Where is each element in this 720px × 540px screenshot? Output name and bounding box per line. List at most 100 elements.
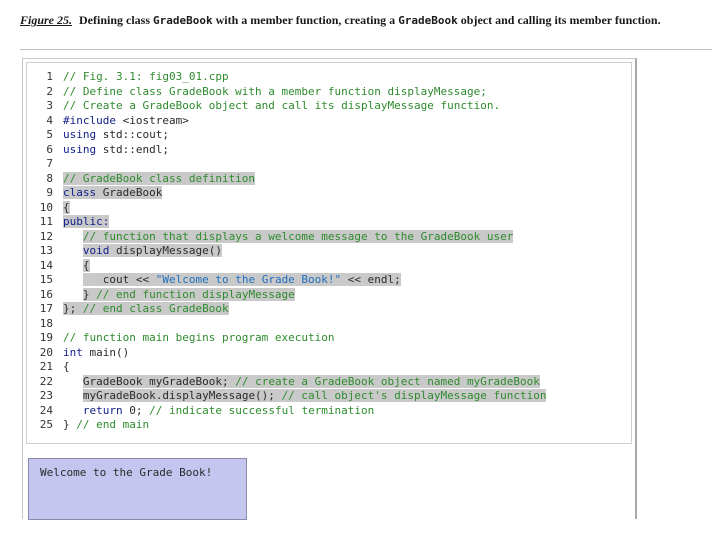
code-segment: // call object's displayMessage function <box>281 389 547 402</box>
code-line: 7 <box>35 157 546 172</box>
code-line: 18 <box>35 317 546 332</box>
code-segment: // Define class GradeBook with a member … <box>63 84 487 98</box>
code-segment: myGradeBook.displayMessage(); <box>82 389 282 402</box>
code-segment: cout << <box>82 273 156 286</box>
code-segment: "Welcome to the Grade Book!" <box>155 273 342 286</box>
code-line: 6 using std::endl; <box>35 143 546 158</box>
code-line: 14 { <box>35 258 546 274</box>
code-segment: std::endl; <box>96 142 169 156</box>
line-number: 14 <box>39 258 53 272</box>
figure-caption: Figure 25. Defining class GradeBook with… <box>20 12 710 29</box>
line-number: 20 <box>39 345 53 359</box>
code-segment: int <box>63 345 83 359</box>
caption-text-3: object and calling its member function. <box>460 13 661 27</box>
code-line: 8 // GradeBook class definition <box>35 171 546 187</box>
code-line: 17}; // end class GradeBook <box>35 302 546 317</box>
caption-text-1: Defining class <box>79 13 151 27</box>
line-number: 13 <box>39 244 53 257</box>
line-number: 2 <box>46 84 53 98</box>
code-line: 13 void displayMessage() <box>35 244 546 259</box>
code-line: 25} // end main <box>35 418 546 433</box>
line-number: 23 <box>39 389 53 402</box>
code-segment: }; <box>63 302 83 315</box>
code-line: 20 int main() <box>35 346 546 361</box>
code-line: 3 // Create a GradeBook object and call i… <box>35 99 546 114</box>
program-output-text: Welcome to the Grade Book! <box>40 466 213 479</box>
code-segment: << endl; <box>341 273 401 286</box>
code-line: 23 myGradeBook.displayMessage(); // call… <box>35 389 547 404</box>
code-listing-frame: 1 // Fig. 3.1: fig03_01.cpp 2 // Define cla… <box>26 62 632 444</box>
code-line: 16 } // end function displayMessage <box>35 287 546 303</box>
line-number: 19 <box>39 331 53 344</box>
code-segment: using <box>63 128 97 141</box>
line-number: 9 <box>46 186 53 199</box>
line-number: 17 <box>39 302 53 315</box>
code-segment: void <box>82 244 110 257</box>
code-segment: main() <box>82 345 130 359</box>
line-number: 5 <box>46 128 53 141</box>
line-number: 4 <box>46 113 53 127</box>
caption-divider <box>20 49 712 50</box>
code-segment: public: <box>63 215 110 228</box>
code-segment: <iostream> <box>115 113 189 127</box>
line-number: 11 <box>39 215 53 228</box>
code-panel: 1 // Fig. 3.1: fig03_01.cpp 2 // Define cla… <box>22 58 637 519</box>
line-number: 16 <box>39 287 53 301</box>
code-segment: // function main begins program executio… <box>63 331 335 344</box>
code-line: 10 { <box>35 200 546 216</box>
code-segment: 0; <box>122 403 150 417</box>
code-line: 4 #include <iostream> <box>35 114 546 129</box>
code-segment: std::cout; <box>96 128 169 141</box>
code-segment: // GradeBook class definition <box>63 171 256 185</box>
code-segment: { <box>63 360 70 373</box>
code-segment: } <box>82 287 97 301</box>
code-line: 21 { <box>35 360 546 375</box>
code-segment: // Create a GradeBook object and call it… <box>63 99 501 112</box>
caption-text-2: with a member function, creating a <box>215 13 396 27</box>
code-segment: GradeBook <box>96 186 163 199</box>
line-number: 3 <box>46 99 53 112</box>
line-number: 10 <box>39 200 53 214</box>
code-segment: { <box>63 200 70 214</box>
code-line: 22 GradeBook myGradeBook; // create a Gr… <box>35 374 546 390</box>
line-number: 15 <box>39 273 53 286</box>
code-segment: using <box>63 142 97 156</box>
line-number: 21 <box>39 360 53 373</box>
code-segment: // end class GradeBook <box>82 302 229 315</box>
code-line: 15 cout << "Welcome to the Grade Book!" … <box>35 273 546 288</box>
code-line: 24 return 0; // indicate successful term… <box>35 404 546 419</box>
code-segment: GradeBook myGradeBook; <box>82 374 236 388</box>
program-output-box: Welcome to the Grade Book! <box>28 458 247 520</box>
code-segment: // function that displays a welcome mess… <box>82 229 514 243</box>
code-segment: // end main <box>76 418 150 431</box>
line-number: 22 <box>39 374 53 388</box>
line-number: 1 <box>46 70 53 83</box>
code-listing: 1 // Fig. 3.1: fig03_01.cpp 2 // Define cla… <box>35 70 547 433</box>
code-segment: displayMessage() <box>109 244 222 257</box>
code-line: 9 class GradeBook <box>35 186 546 201</box>
code-line: 11 public: <box>35 215 546 230</box>
caption-code-1: GradeBook <box>153 14 213 27</box>
code-segment: // indicate successful termination <box>149 403 375 417</box>
line-number: 6 <box>46 142 53 156</box>
code-segment: // end function displayMessage <box>96 287 295 301</box>
code-segment: } <box>63 418 77 431</box>
line-number: 24 <box>39 403 53 417</box>
line-number: 12 <box>39 229 53 243</box>
code-segment: #include <box>63 113 116 127</box>
code-line: 5 using std::cout; <box>35 128 546 143</box>
line-number: 25 <box>39 418 53 431</box>
code-segment: // create a GradeBook object named myGra… <box>235 374 540 388</box>
code-segment: class <box>63 186 97 199</box>
code-segment: // Fig. 3.1: fig03_01.cpp <box>63 70 229 83</box>
line-number: 18 <box>39 316 53 330</box>
code-segment: { <box>82 258 90 272</box>
